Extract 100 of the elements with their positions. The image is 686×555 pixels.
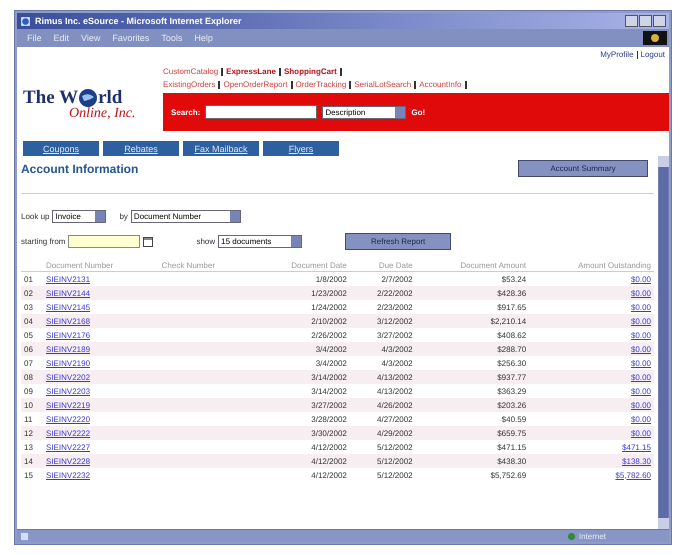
- nav-link[interactable]: AccountInfo: [419, 80, 462, 89]
- table-cell: $40.59: [502, 414, 526, 424]
- table-cell: 4/26/2002: [377, 400, 413, 410]
- account-summary-button[interactable]: Account Summary: [518, 160, 648, 177]
- sort-dropdown[interactable]: Document Number: [130, 210, 241, 223]
- outstanding-link[interactable]: $5,782.60: [615, 470, 651, 480]
- document-link[interactable]: SIEINV2176: [46, 330, 90, 340]
- search-field[interactable]: [205, 105, 318, 119]
- table-cell: 3/27/2002: [311, 400, 347, 410]
- row-number: 14: [24, 456, 33, 466]
- document-link[interactable]: SIEINV2220: [46, 414, 90, 424]
- tab[interactable]: Fax Mailback: [183, 141, 259, 156]
- table-cell: 1/24/2002: [311, 302, 347, 312]
- table-cell: 3/4/2002: [316, 344, 347, 354]
- page-icon: [20, 532, 29, 540]
- go-link[interactable]: Go!: [411, 108, 426, 116]
- table-cell: $2,210.14: [490, 316, 526, 326]
- nav-link[interactable]: CustomCatalog: [163, 67, 218, 76]
- show-dropdown[interactable]: 15 documents: [218, 235, 302, 248]
- outstanding-link[interactable]: $0.00: [630, 330, 651, 340]
- table-cell: 5/12/2002: [377, 470, 413, 480]
- outstanding-link[interactable]: $0.00: [630, 400, 651, 410]
- outstanding-link[interactable]: $0.00: [630, 414, 651, 424]
- table-cell: 3/30/2002: [311, 428, 347, 438]
- row-number: 09: [24, 386, 33, 396]
- document-link[interactable]: SIEINV2145: [46, 302, 90, 312]
- nav-link[interactable]: ExpressLane: [226, 67, 276, 76]
- outstanding-link[interactable]: $0.00: [630, 358, 651, 368]
- header-link[interactable]: Logout: [640, 50, 665, 59]
- row-number: 04: [24, 316, 33, 326]
- document-link[interactable]: SIEINV2227: [46, 442, 90, 452]
- document-link[interactable]: SIEINV2131: [46, 274, 90, 284]
- table-cell: 3/27/2002: [377, 330, 413, 340]
- outstanding-link[interactable]: $471.15: [622, 442, 651, 452]
- outstanding-link[interactable]: $0.00: [630, 344, 651, 354]
- zone-label: Internet: [578, 532, 606, 540]
- row-number: 11: [24, 414, 32, 424]
- table-cell: $917.65: [497, 302, 526, 312]
- table-cell: 4/3/2002: [381, 358, 413, 368]
- table-cell: 4/12/2002: [311, 470, 347, 480]
- table-cell: $438.30: [497, 456, 526, 466]
- row-number: 01: [24, 274, 33, 284]
- table-cell: 4/29/2002: [377, 428, 413, 438]
- row-number: 15: [24, 470, 33, 480]
- table-cell: 4/13/2002: [377, 386, 413, 396]
- nav-link[interactable]: ExistingOrders: [163, 80, 216, 89]
- lookup-dropdown[interactable]: Invoice: [52, 210, 106, 223]
- show-label: show: [196, 237, 216, 246]
- table-cell: 4/12/2002: [311, 442, 347, 452]
- outstanding-link[interactable]: $0.00: [630, 316, 651, 326]
- table-cell: 2/26/2002: [311, 330, 347, 340]
- table-cell: 4/27/2002: [377, 414, 413, 424]
- table-cell: 5/12/2002: [377, 442, 413, 452]
- outstanding-link[interactable]: $0.00: [630, 288, 651, 298]
- tab[interactable]: Flyers: [263, 141, 339, 156]
- outstanding-link[interactable]: $0.00: [630, 428, 651, 438]
- table-cell: 2/7/2002: [381, 274, 413, 284]
- nav-link[interactable]: OrderTracking: [296, 80, 346, 89]
- calendar-icon[interactable]: [143, 236, 154, 246]
- table-cell: 4/3/2002: [381, 344, 413, 354]
- lookup-label: Look up: [21, 212, 50, 221]
- document-link[interactable]: SIEINV2203: [46, 386, 90, 396]
- document-link[interactable]: SIEINV2190: [46, 358, 90, 368]
- outstanding-link[interactable]: $138.30: [622, 456, 651, 466]
- minimize-button[interactable]: [625, 15, 638, 27]
- scope-dropdown[interactable]: Description: [322, 106, 406, 118]
- table-cell: $659.75: [497, 428, 526, 438]
- table-cell: $203.26: [497, 400, 526, 410]
- browser-logo-icon: [643, 31, 667, 45]
- table-cell: $428.36: [497, 288, 526, 298]
- table-cell: 3/14/2002: [311, 372, 347, 382]
- table-cell: 4/12/2002: [311, 456, 347, 466]
- date-field[interactable]: [68, 235, 140, 248]
- maximize-button[interactable]: [639, 15, 652, 27]
- refresh-report-button[interactable]: Refresh Report: [345, 233, 452, 250]
- outstanding-link[interactable]: $0.00: [630, 274, 651, 284]
- row-number: 13: [24, 442, 33, 452]
- table-cell: $256.30: [497, 358, 526, 368]
- table-cell: 4/13/2002: [377, 372, 413, 382]
- nav-link[interactable]: OpenOrderReport: [223, 80, 288, 89]
- table-cell: 1/8/2002: [316, 274, 347, 284]
- table-cell: 3/28/2002: [311, 414, 347, 424]
- table-cell: $5,752.69: [490, 470, 526, 480]
- row-number: 10: [24, 400, 33, 410]
- row-number: 05: [24, 330, 33, 340]
- close-button[interactable]: [653, 15, 666, 27]
- search-label: Search:: [171, 108, 200, 116]
- outstanding-link[interactable]: $0.00: [630, 372, 651, 382]
- table-cell: 2/22/2002: [377, 288, 413, 298]
- table-cell: $408.62: [497, 330, 526, 340]
- tab[interactable]: Rebates: [103, 141, 179, 156]
- table-cell: 3/4/2002: [316, 358, 347, 368]
- header-link[interactable]: MyProfile: [600, 50, 634, 59]
- outstanding-link[interactable]: $0.00: [630, 302, 651, 312]
- nav-link[interactable]: SerialLotSearch: [354, 80, 412, 89]
- nav-link[interactable]: ShoppingCart: [284, 67, 337, 76]
- outstanding-link[interactable]: $0.00: [630, 386, 651, 396]
- document-link[interactable]: SIEINV2232: [46, 470, 90, 480]
- tab[interactable]: Coupons: [23, 141, 99, 156]
- row-number: 06: [24, 344, 33, 354]
